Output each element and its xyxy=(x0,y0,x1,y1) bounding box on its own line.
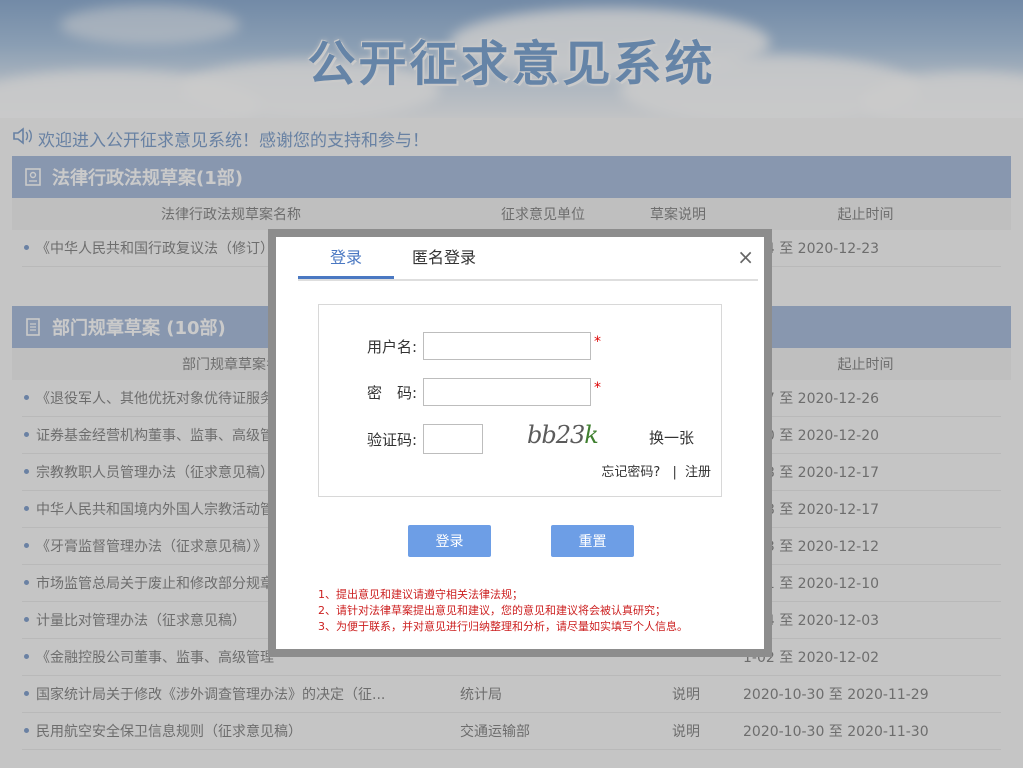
tab-login[interactable]: 登录 xyxy=(298,237,395,279)
username-label: 用户名: xyxy=(366,337,417,356)
account-links: 忘记密码? | 注册 xyxy=(601,461,711,480)
tab-anonymous-login[interactable]: 匿名登录 xyxy=(394,237,494,279)
login-dialog: 登录 匿名登录 × 用户名: * 密 码: * 验证码: bb23k 换一张 忘… xyxy=(268,229,772,657)
login-notes: 1、提出意见和建议请遵守相关法律法规； 2、请针对法律草案提出意见和建议，您的意… xyxy=(318,587,688,635)
note-line: 2、请针对法律草案提出意见和建议，您的意见和建议将会被认真研究； xyxy=(318,604,666,617)
required-mark: * xyxy=(594,380,601,396)
captcha-text-tail: k xyxy=(584,421,599,449)
refresh-captcha-link[interactable]: 换一张 xyxy=(649,427,694,448)
captcha-text: bb23 xyxy=(527,421,585,449)
note-line: 1、提出意见和建议请遵守相关法律法规； xyxy=(318,588,523,601)
reset-button[interactable]: 重置 xyxy=(551,525,634,557)
username-input[interactable] xyxy=(423,332,591,360)
password-label: 密 码: xyxy=(366,383,417,402)
login-form: 用户名: * 密 码: * 验证码: bb23k 换一张 忘记密码? | 注册 xyxy=(318,304,722,497)
register-link[interactable]: 注册 xyxy=(685,465,711,480)
password-row: 密 码: * xyxy=(319,378,601,406)
captcha-image[interactable]: bb23k xyxy=(527,421,599,449)
required-mark: * xyxy=(594,334,601,350)
forgot-password-link[interactable]: 忘记密码? xyxy=(601,465,660,480)
note-line: 3、为便于联系，并对意见进行归纳整理和分析，请尽量如实填写个人信息。 xyxy=(318,620,688,633)
captcha-input[interactable] xyxy=(423,424,483,454)
login-button[interactable]: 登录 xyxy=(408,525,491,557)
close-icon[interactable]: × xyxy=(737,247,754,267)
password-input[interactable] xyxy=(423,378,591,406)
link-separator: | xyxy=(672,465,677,480)
username-row: 用户名: * xyxy=(319,332,601,360)
captcha-row: 验证码: xyxy=(319,424,483,454)
captcha-label: 验证码: xyxy=(366,430,417,449)
login-tabs: 登录 匿名登录 xyxy=(298,237,758,281)
